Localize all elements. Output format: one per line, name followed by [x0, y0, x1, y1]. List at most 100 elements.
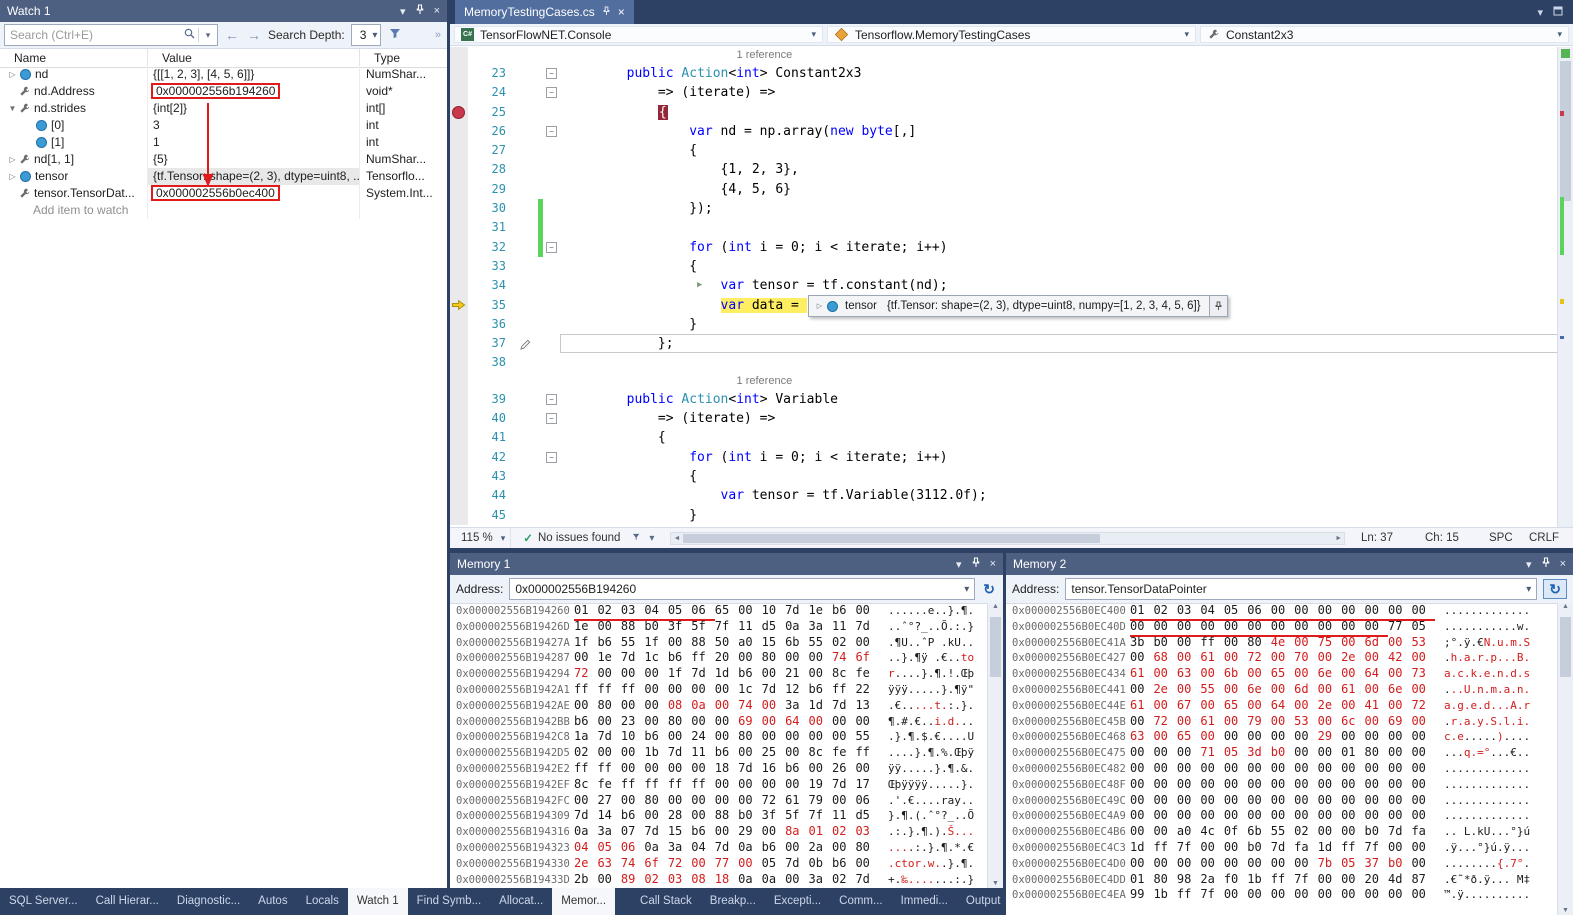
breakpoint-margin[interactable]: [450, 180, 468, 199]
watch-row[interactable]: ▷nd[1, 1]{5}NumShar...: [0, 151, 447, 168]
outlining-margin[interactable]: [544, 218, 560, 237]
outlining-margin[interactable]: [544, 276, 560, 295]
tab-pin-icon[interactable]: [602, 5, 611, 19]
watch-value-cell[interactable]: 0x000002556b0ec400: [148, 185, 360, 202]
memory1-title-bar[interactable]: Memory 1 ▾ ×: [450, 553, 1003, 575]
code-text[interactable]: => (iterate) =>: [560, 409, 1558, 428]
code-text[interactable]: for (int i = 0; i < iterate; i++): [560, 448, 1558, 467]
pin-icon[interactable]: [415, 4, 425, 18]
issues-chevron-icon[interactable]: ▾: [649, 533, 654, 544]
breakpoint-margin[interactable]: [450, 334, 468, 353]
watch-row[interactable]: ▷tensor{tf.Tensor: shape=(2, 3), dtype=u…: [0, 168, 447, 185]
fold-collapse-icon[interactable]: −: [546, 413, 557, 424]
breakpoint-margin[interactable]: [450, 103, 468, 122]
code-text[interactable]: [560, 353, 1558, 372]
bottom-tab-diagnostic[interactable]: Diagnostic...: [168, 888, 249, 915]
breakpoint-margin[interactable]: [450, 486, 468, 505]
scrollbar-thumb[interactable]: [1560, 61, 1571, 201]
tab-list-chevron-icon[interactable]: ▾: [1537, 6, 1543, 19]
expand-expander-icon[interactable]: ▷: [6, 151, 19, 168]
expand-expander-icon[interactable]: ▷: [6, 168, 19, 185]
outlining-margin[interactable]: [544, 428, 560, 447]
watch-value-cell[interactable]: {5}: [148, 151, 360, 168]
watch-search-box[interactable]: ▾: [4, 24, 218, 46]
tab-close-icon[interactable]: ×: [618, 5, 625, 19]
watch-row[interactable]: tensor.TensorDat...0x000002556b0ec400Sys…: [0, 185, 447, 202]
outlining-margin[interactable]: [544, 199, 560, 218]
bottom-tab-output[interactable]: Output: [957, 888, 1006, 915]
breakpoint-margin[interactable]: [450, 141, 468, 160]
watch-value-cell[interactable]: {int[2]}: [148, 100, 360, 117]
datatip[interactable]: ▷ tensor {tf.Tensor: shape=(2, 3), dtype…: [808, 295, 1228, 317]
outlining-margin[interactable]: [544, 47, 560, 64]
memory1-address-combo[interactable]: ▾: [509, 578, 975, 600]
breakpoint-margin[interactable]: [450, 238, 468, 257]
breadcrumb-2[interactable]: Constant2x3▾: [1200, 26, 1569, 43]
outlining-margin[interactable]: [544, 486, 560, 505]
outlining-margin[interactable]: [544, 180, 560, 199]
watch-row[interactable]: [1]1int: [0, 134, 447, 151]
code-text[interactable]: {: [560, 141, 1558, 160]
breakpoint-margin[interactable]: [450, 47, 468, 64]
scroll-right-icon[interactable]: ►: [1335, 533, 1342, 544]
bottom-tab-excepti[interactable]: Excepti...: [765, 888, 830, 915]
breakpoint-margin[interactable]: [450, 428, 468, 447]
watch-value-cell[interactable]: 1: [148, 134, 360, 151]
watch-value-cell[interactable]: {[[1, 2, 3], [4, 5, 6]]}: [148, 66, 360, 83]
breakpoint-margin[interactable]: [450, 257, 468, 276]
watch-row[interactable]: ▼nd.strides{int[2]}int[]: [0, 100, 447, 117]
memory2-scrollbar[interactable]: ▲ ▼: [1557, 603, 1573, 915]
outlining-margin[interactable]: [544, 334, 560, 353]
outlining-margin[interactable]: −: [544, 83, 560, 102]
datatip-expander-icon[interactable]: ▷: [813, 302, 826, 310]
filter-icon[interactable]: [389, 28, 401, 42]
outlining-margin[interactable]: −: [544, 409, 560, 428]
fold-collapse-icon[interactable]: −: [546, 126, 557, 137]
issues-filter-icon[interactable]: [632, 532, 643, 545]
code-text[interactable]: var nd = np.array(new byte[,]: [560, 122, 1558, 141]
outlining-margin[interactable]: [544, 467, 560, 486]
pin-icon[interactable]: [971, 557, 981, 571]
refresh-icon[interactable]: ↻: [981, 581, 997, 598]
document-tab[interactable]: MemoryTestingCases.cs ×: [455, 0, 634, 24]
code-text[interactable]: };: [560, 334, 1558, 353]
scrollbar-thumb[interactable]: [1560, 617, 1571, 677]
chevron-down-icon[interactable]: ▾: [959, 584, 974, 595]
outlining-margin[interactable]: [544, 160, 560, 179]
watch-value-cell[interactable]: {tf.Tensor: shape=(2, 3), dtype=uint8, .…: [148, 168, 360, 185]
memory1-scrollbar[interactable]: ▲ ▼: [987, 603, 1003, 888]
outlining-margin[interactable]: [544, 296, 560, 315]
code-text[interactable]: for (int i = 0; i < iterate; i++): [560, 238, 1558, 257]
outlining-margin[interactable]: [544, 315, 560, 334]
breakpoint-margin[interactable]: [450, 373, 468, 390]
zoom-control[interactable]: 115 % ▾: [456, 528, 511, 548]
search-back-icon[interactable]: ←: [224, 27, 240, 43]
close-icon[interactable]: ×: [1560, 558, 1566, 570]
bottom-tab-breakp[interactable]: Breakp...: [701, 888, 765, 915]
outlining-margin[interactable]: [544, 103, 560, 122]
outlining-margin[interactable]: [544, 506, 560, 525]
breakpoint-margin[interactable]: [450, 353, 468, 372]
watch-title-bar[interactable]: Watch 1 ▾ ×: [0, 0, 447, 22]
breakpoint-margin[interactable]: [450, 506, 468, 525]
breakpoint-margin[interactable]: [450, 160, 468, 179]
watch-value-cell[interactable]: [148, 202, 360, 219]
bottom-tab-find-symb[interactable]: Find Symb...: [408, 888, 491, 915]
watch-row[interactable]: nd.Address0x000002556b194260void*: [0, 83, 447, 100]
memory2-title-bar[interactable]: Memory 2 ▾ ×: [1006, 553, 1573, 575]
expand-expander-icon[interactable]: ▷: [6, 66, 19, 83]
memory2-address-combo[interactable]: ▾: [1065, 578, 1537, 600]
search-depth-select[interactable]: 3 ▾: [351, 24, 382, 46]
code-text[interactable]: {: [560, 257, 1558, 276]
outlining-margin[interactable]: −: [544, 238, 560, 257]
breakpoint-icon[interactable]: [452, 106, 465, 119]
code-text[interactable]: }: [560, 315, 1558, 334]
fold-collapse-icon[interactable]: −: [546, 394, 557, 405]
breakpoint-margin[interactable]: [450, 276, 468, 295]
code-text[interactable]: {: [560, 103, 1558, 122]
fold-collapse-icon[interactable]: −: [546, 452, 557, 463]
fold-collapse-icon[interactable]: −: [546, 87, 557, 98]
close-icon[interactable]: ×: [434, 5, 440, 17]
memory2-rows[interactable]: 0x000002556B0EC4000102030405060000000000…: [1006, 603, 1558, 915]
bottom-tab-call-stack[interactable]: Call Stack: [631, 888, 701, 915]
